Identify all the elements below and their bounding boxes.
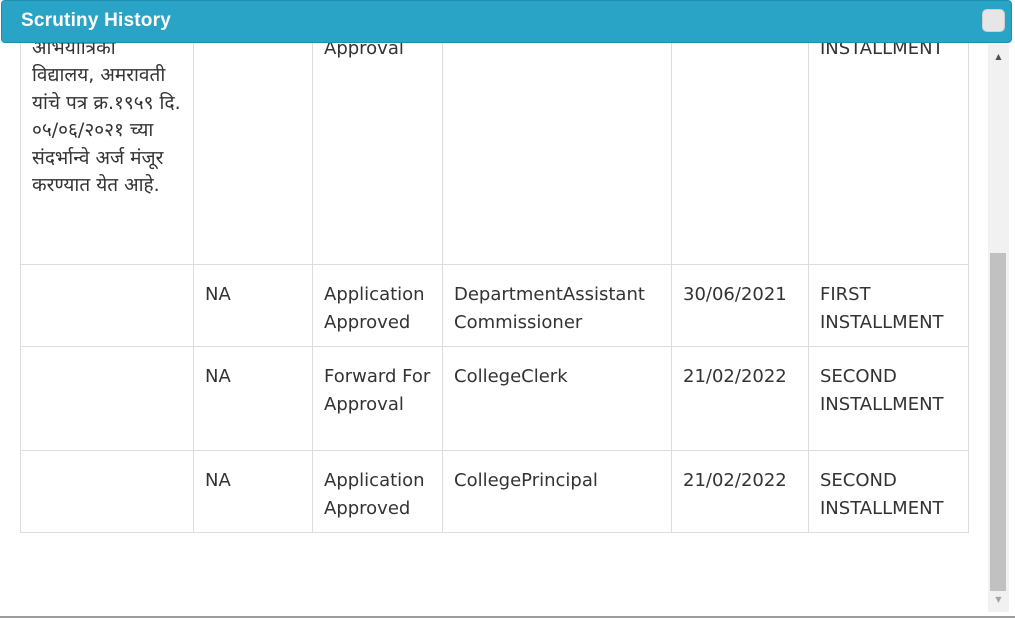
installment-cell: FIRST INSTALLMENT (808, 264, 969, 347)
installment-cell: SECOND INSTALLMENT (808, 346, 969, 451)
status-cell: Application Approved (312, 450, 443, 533)
scrutiny-history-table: प्राचार्य,शासकीय अभियांत्रिकी विद्यालय, … (20, 0, 969, 533)
close-button[interactable] (982, 9, 1005, 32)
remark-cell (20, 450, 194, 533)
table-row: NA Forward For Approval CollegeClerk 21/… (20, 346, 969, 451)
table-row: NA Application Approved DepartmentAssist… (20, 264, 969, 347)
dialog-title: Scrutiny History (21, 10, 171, 31)
date-cell: 21/02/2022 (671, 346, 809, 451)
date-cell: 21/02/2022 (671, 450, 809, 533)
remark-cell (20, 264, 194, 347)
status-cell: Application Approved (312, 264, 443, 347)
table-row: NA Application Approved CollegePrincipal… (20, 450, 969, 533)
vertical-scrollbar[interactable]: ▲ ▼ (988, 44, 1009, 612)
role-cell: CollegePrincipal (442, 450, 672, 533)
dialog-content[interactable]: प्राचार्य,शासकीय अभियांत्रिकी विद्यालय, … (0, 0, 988, 619)
scroll-down-arrow-icon[interactable]: ▼ (988, 591, 1009, 608)
na-cell: NA (193, 450, 313, 533)
scrutiny-history-dialog: प्राचार्य,शासकीय अभियांत्रिकी विद्यालय, … (0, 0, 1015, 619)
role-cell: CollegeClerk (442, 346, 672, 451)
status-cell: Forward For Approval (312, 346, 443, 451)
scrollbar-thumb[interactable] (990, 253, 1006, 591)
remark-cell (20, 346, 194, 451)
na-cell: NA (193, 264, 313, 347)
installment-cell: SECOND INSTALLMENT (808, 450, 969, 533)
na-cell: NA (193, 346, 313, 451)
date-cell: 30/06/2021 (671, 264, 809, 347)
dialog-bottom-border (0, 616, 1015, 618)
role-cell: DepartmentAssistant Commissioner (442, 264, 672, 347)
scroll-up-arrow-icon[interactable]: ▲ (988, 48, 1009, 65)
dialog-titlebar[interactable]: Scrutiny History (1, 0, 1012, 43)
